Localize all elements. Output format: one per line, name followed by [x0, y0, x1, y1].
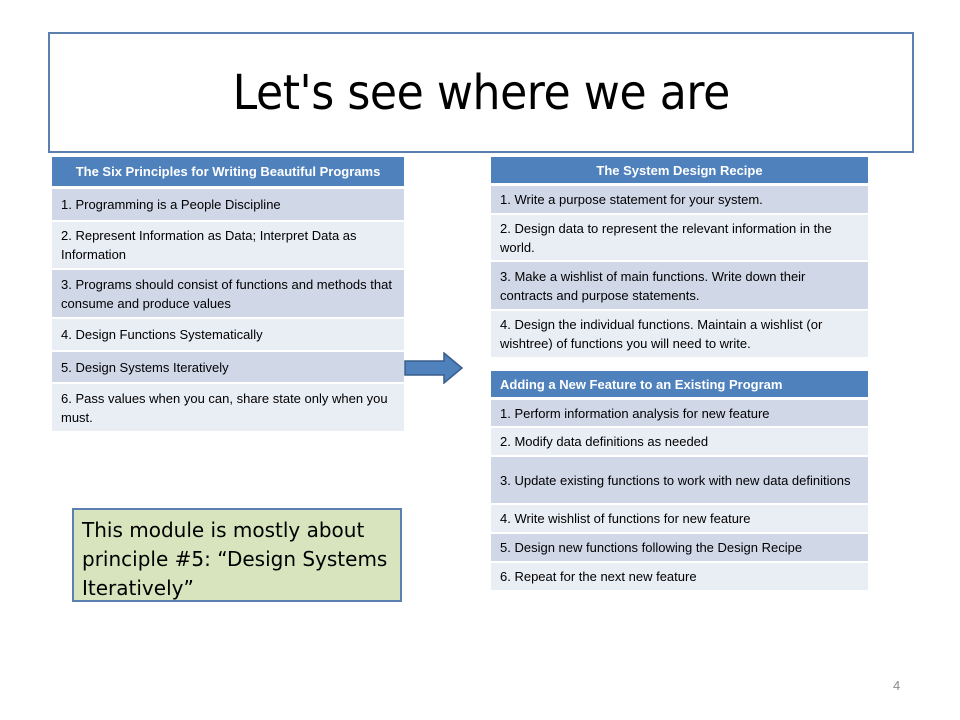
module-note-text: This module is mostly about principle #5…: [82, 518, 388, 600]
feature-row: 6. Repeat for the next new feature: [491, 563, 868, 590]
principle-row: 1. Programming is a People Discipline: [52, 189, 404, 220]
right-arrow-icon: [404, 352, 464, 384]
module-note: This module is mostly about principle #5…: [72, 508, 402, 602]
principle-row: 6. Pass values when you can, share state…: [52, 384, 404, 431]
recipe-row: 1. Write a purpose statement for your sy…: [491, 186, 868, 213]
recipe-row: 2. Design data to represent the relevant…: [491, 215, 868, 260]
principles-table: The Six Principles for Writing Beautiful…: [52, 157, 404, 431]
principle-row-highlighted: 5. Design Systems Iteratively: [52, 352, 404, 382]
recipe-row: 4. Design the individual functions. Main…: [491, 311, 868, 357]
slide-title: Let's see where we are: [232, 64, 730, 121]
new-feature-table: Adding a New Feature to an Existing Prog…: [491, 371, 868, 590]
page-number: 4: [893, 678, 901, 693]
title-box: Let's see where we are: [48, 32, 914, 153]
principle-row: 3. Programs should consist of functions …: [52, 270, 404, 317]
system-design-recipe-table: The System Design Recipe 1. Write a purp…: [491, 157, 868, 357]
principles-header: The Six Principles for Writing Beautiful…: [52, 157, 404, 186]
feature-row: 5. Design new functions following the De…: [491, 534, 868, 561]
recipe-row: 3. Make a wishlist of main functions. Wr…: [491, 262, 868, 309]
recipe-header: The System Design Recipe: [491, 157, 868, 183]
principle-row: 4. Design Functions Systematically: [52, 319, 404, 350]
feature-row: 3. Update existing functions to work wit…: [491, 457, 868, 503]
principle-row: 2. Represent Information as Data; Interp…: [52, 222, 404, 268]
feature-row: 2. Modify data definitions as needed: [491, 428, 868, 455]
feature-row: 1. Perform information analysis for new …: [491, 400, 868, 426]
feature-header: Adding a New Feature to an Existing Prog…: [491, 371, 868, 397]
feature-row: 4. Write wishlist of functions for new f…: [491, 505, 868, 532]
